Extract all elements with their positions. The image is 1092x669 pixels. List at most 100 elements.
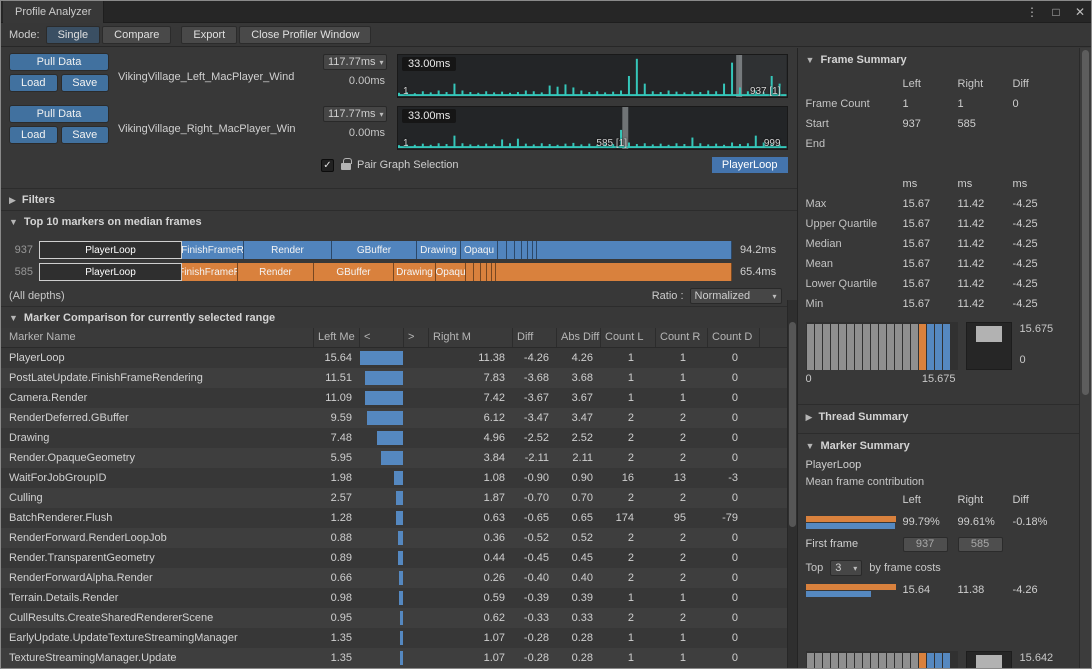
table-row[interactable]: Render.TransparentGeometry0.890.44-0.450… [1, 548, 787, 568]
marker-segment[interactable]: PlayerLoop [39, 263, 182, 281]
marker-segment[interactable] [474, 263, 481, 281]
stat-label [806, 154, 903, 174]
marker-name-cell: WaitForJobGroupID [1, 468, 314, 488]
frame-summary-foldout[interactable]: ▼ Frame Summary [798, 48, 1079, 70]
table-row[interactable]: Camera.Render11.097.42-3.673.67110 [1, 388, 787, 408]
table-row[interactable]: Render.OpaqueGeometry5.953.84-2.112.1122… [1, 448, 787, 468]
marker-summary-foldout[interactable]: ▼ Marker Summary [798, 433, 1079, 456]
table-row[interactable]: WaitForJobGroupID1.981.08-0.900.901613-3 [1, 468, 787, 488]
export-button[interactable]: Export [181, 26, 237, 44]
ratio-dropdown[interactable]: Normalized▾ [690, 288, 782, 304]
column-header[interactable]: Diff [513, 328, 557, 347]
marker-segment[interactable]: Render [244, 241, 332, 259]
table-row[interactable]: RenderForward.RenderLoopJob0.880.36-0.52… [1, 528, 787, 548]
count-right-cell: 1 [656, 388, 708, 408]
right-ms-cell: 0.26 [429, 568, 513, 588]
close-icon[interactable]: ✕ [1073, 5, 1087, 19]
vertical-scrollbar[interactable] [1079, 48, 1091, 668]
table-row[interactable]: RenderForwardAlpha.Render0.660.26-0.400.… [1, 568, 787, 588]
load-button-left[interactable]: Load [9, 74, 58, 92]
marker-segment[interactable]: Drawing [394, 263, 436, 281]
marker-segment[interactable]: FinishFrameR [182, 263, 238, 281]
marker-segment[interactable]: GBuffer [314, 263, 394, 281]
top-markers-row[interactable]: 937PlayerLoopFinishFrameRRenderGBufferDr… [1, 240, 797, 260]
diff-bar [399, 591, 403, 605]
table-row[interactable]: Terrain.Details.Render0.980.59-0.390.391… [1, 588, 787, 608]
column-header[interactable]: Right M [429, 328, 513, 347]
left-ms-cell: 1.35 [314, 628, 360, 648]
top-markers-foldout[interactable]: ▼ Top 10 markers on median frames [1, 210, 797, 232]
total-ms-label: 65.4ms [740, 266, 776, 278]
histogram-bar [943, 324, 950, 370]
marker-segment[interactable]: Render [238, 263, 314, 281]
marker-segment[interactable] [507, 241, 515, 259]
stat-left-value [903, 134, 958, 154]
top-markers-row[interactable]: 585PlayerLoopFinishFrameRRenderGBufferDr… [1, 262, 797, 282]
pull-data-button-right[interactable]: Pull Data [9, 105, 109, 123]
column-header[interactable]: Abs Diff [557, 328, 601, 347]
table-row[interactable]: EarlyUpdate.UpdateTextureStreamingManage… [1, 628, 787, 648]
dataset-name-right: VikingVillage_Right_MacPlayer_Win [109, 123, 321, 135]
table-scrollbar-thumb[interactable] [789, 322, 796, 527]
column-header[interactable]: Count R [656, 328, 708, 347]
table-row[interactable]: Drawing7.484.96-2.522.52220 [1, 428, 787, 448]
marker-segment[interactable]: PlayerLoop [39, 241, 182, 259]
selected-marker-chip[interactable]: PlayerLoop [712, 157, 788, 173]
chevron-down-icon: ▾ [773, 292, 777, 301]
boxplot-box [976, 326, 1002, 342]
table-row[interactable]: PostLateUpdate.FinishFrameRendering11.51… [1, 368, 787, 388]
first-frame-right-button[interactable]: 585 [958, 537, 1003, 552]
table-row[interactable]: BatchRenderer.Flush1.280.63-0.650.651749… [1, 508, 787, 528]
thread-summary-foldout[interactable]: ▶ Thread Summary [798, 404, 1079, 427]
close-profiler-window-button[interactable]: Close Profiler Window [239, 26, 371, 44]
marker-segment[interactable] [466, 263, 474, 281]
save-button-right[interactable]: Save [61, 126, 110, 144]
mode-single-button[interactable]: Single [46, 26, 101, 44]
marker-segment[interactable] [537, 241, 732, 259]
table-row[interactable]: Culling2.571.87-0.700.70220 [1, 488, 787, 508]
left-diff-bar-cell [360, 388, 404, 408]
top-count-dropdown[interactable]: 3▾ [830, 560, 862, 576]
table-scrollbar[interactable] [787, 300, 797, 668]
marker-comparison-foldout[interactable]: ▼ Marker Comparison for currently select… [1, 306, 797, 328]
marker-bar: PlayerLoopFinishFrameRRenderGBufferDrawi… [39, 241, 732, 259]
scale-dropdown-left[interactable]: 117.77ms▾ [323, 54, 387, 70]
table-row[interactable]: CullResults.CreateSharedRendererScene0.9… [1, 608, 787, 628]
right-diff-bar-cell [404, 348, 429, 368]
stat-diff-value: -4.25 [1013, 194, 1079, 214]
menu-icon[interactable]: ⋮ [1025, 5, 1039, 19]
scale-dropdown-right[interactable]: 117.77ms▾ [323, 106, 387, 122]
load-button-right[interactable]: Load [9, 126, 58, 144]
column-header[interactable]: Count D [708, 328, 760, 347]
column-header[interactable]: Left Me [314, 328, 360, 347]
count-diff-cell: 0 [708, 628, 760, 648]
table-row[interactable]: TextureStreamingManager.Update1.351.07-0… [1, 648, 787, 668]
marker-segment[interactable]: GBuffer [332, 241, 417, 259]
column-header[interactable]: Count L [601, 328, 656, 347]
filters-foldout[interactable]: ▶ Filters [1, 188, 797, 210]
first-frame-left-button[interactable]: 937 [903, 537, 948, 552]
column-header[interactable]: Marker Name [1, 328, 314, 347]
pull-data-button-left[interactable]: Pull Data [9, 53, 109, 71]
scrollbar-thumb[interactable] [1082, 50, 1089, 395]
table-row[interactable]: PlayerLoop15.6411.38-4.264.26110 [1, 348, 787, 368]
marker-segment[interactable] [498, 241, 507, 259]
marker-segment[interactable]: Drawing [417, 241, 461, 259]
column-header[interactable]: > [404, 328, 429, 347]
marker-segment[interactable]: Opaqu [436, 263, 466, 281]
pair-graph-selection-checkbox[interactable]: ✓ [321, 159, 334, 172]
marker-segment[interactable]: Opaqu [461, 241, 498, 259]
frame-time-graph-left[interactable]: 33.00ms 1 937 [1] [397, 54, 788, 98]
column-header[interactable]: < [360, 328, 404, 347]
marker-segment[interactable]: FinishFrameR [182, 241, 244, 259]
save-button-left[interactable]: Save [61, 74, 110, 92]
marker-segment[interactable] [515, 241, 522, 259]
top-markers-footer: (All depths) Ratio : Normalized▾ [1, 284, 797, 306]
table-row[interactable]: RenderDeferred.GBuffer9.596.12-3.473.472… [1, 408, 787, 428]
frame-time-graph-right[interactable]: 33.00ms 1 585 [1] 999 [397, 106, 788, 150]
tab-profile-analyzer[interactable]: Profile Analyzer [3, 1, 104, 23]
marker-segment[interactable] [496, 263, 732, 281]
maximize-icon[interactable]: □ [1049, 5, 1063, 19]
mode-compare-button[interactable]: Compare [102, 26, 171, 44]
left-ms-cell: 2.57 [314, 488, 360, 508]
